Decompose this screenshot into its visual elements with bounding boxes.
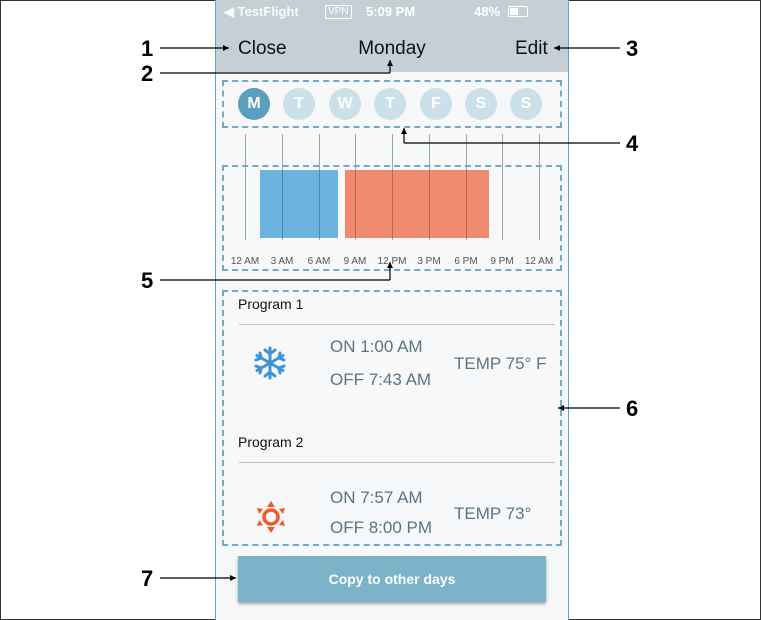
callout-5: 5	[141, 268, 154, 293]
callout-7: 7	[141, 566, 154, 591]
callout-6: 6	[626, 396, 639, 421]
callout-leaders	[160, 45, 620, 581]
callout-2: 2	[141, 61, 154, 86]
callout-4: 4	[626, 131, 639, 156]
callout-1: 1	[141, 36, 154, 61]
callout-3: 3	[626, 36, 639, 61]
